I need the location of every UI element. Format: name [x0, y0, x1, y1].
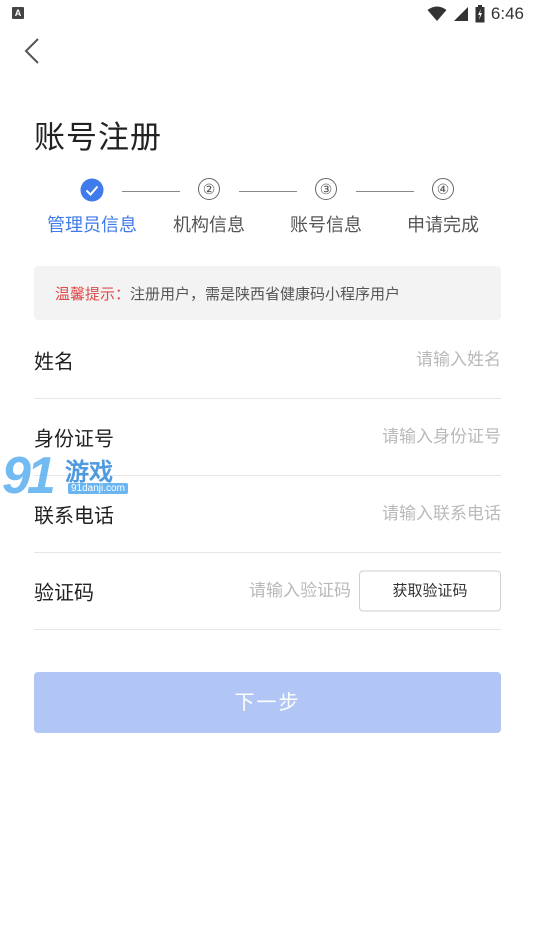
- next-button[interactable]: 下一步: [34, 672, 501, 733]
- back-button[interactable]: [16, 34, 52, 70]
- step-label: 账号信息: [290, 215, 362, 236]
- status-bar: A 6:46: [0, 0, 534, 28]
- name-label: 姓名: [34, 349, 74, 373]
- status-icons: 6:46: [427, 3, 524, 25]
- tip-banner: 温馨提示：注册用户，需是陕西省健康码小程序用户: [34, 266, 501, 320]
- get-code-button[interactable]: 获取验证码: [359, 570, 501, 611]
- notification-icon: A: [12, 7, 24, 19]
- watermark-name: 游戏: [65, 458, 113, 486]
- step-label: 管理员信息: [47, 215, 137, 236]
- step-label: 申请完成: [407, 215, 479, 236]
- watermark-91: 91: [2, 447, 56, 505]
- name-row: 姓名: [34, 321, 501, 399]
- signal-icon: [453, 7, 468, 21]
- step-connector: [122, 191, 180, 192]
- battery-icon: [475, 5, 485, 23]
- watermark-logo: 91 游戏 91danji.com: [2, 447, 138, 505]
- step-number-icon: ③: [315, 178, 337, 200]
- id-number-input[interactable]: [241, 426, 501, 447]
- step-connector: [239, 191, 297, 192]
- chevron-left-icon: [24, 38, 39, 64]
- code-input[interactable]: [151, 580, 351, 601]
- step-check-icon: [80, 178, 104, 202]
- step-number-icon: ④: [432, 178, 454, 200]
- page-title: 账号注册: [34, 120, 162, 156]
- step-connector: [356, 191, 414, 192]
- name-input[interactable]: [241, 349, 501, 370]
- status-time: 6:46: [490, 4, 524, 23]
- code-label: 验证码: [34, 580, 94, 604]
- registration-stepper: 管理员信息 ② 机构信息 ③ 账号信息 ④ 申请完成: [0, 176, 534, 236]
- step-label: 机构信息: [173, 215, 245, 236]
- step-number-icon: ②: [198, 178, 220, 200]
- watermark-url: 91danji.com: [68, 483, 128, 494]
- tip-text: 注册用户，需是陕西省健康码小程序用户: [130, 285, 401, 303]
- tip-label: 温馨提示：: [55, 285, 131, 303]
- code-row: 验证码 获取验证码: [34, 552, 501, 630]
- wifi-icon: [427, 6, 447, 21]
- phone-input[interactable]: [241, 503, 501, 524]
